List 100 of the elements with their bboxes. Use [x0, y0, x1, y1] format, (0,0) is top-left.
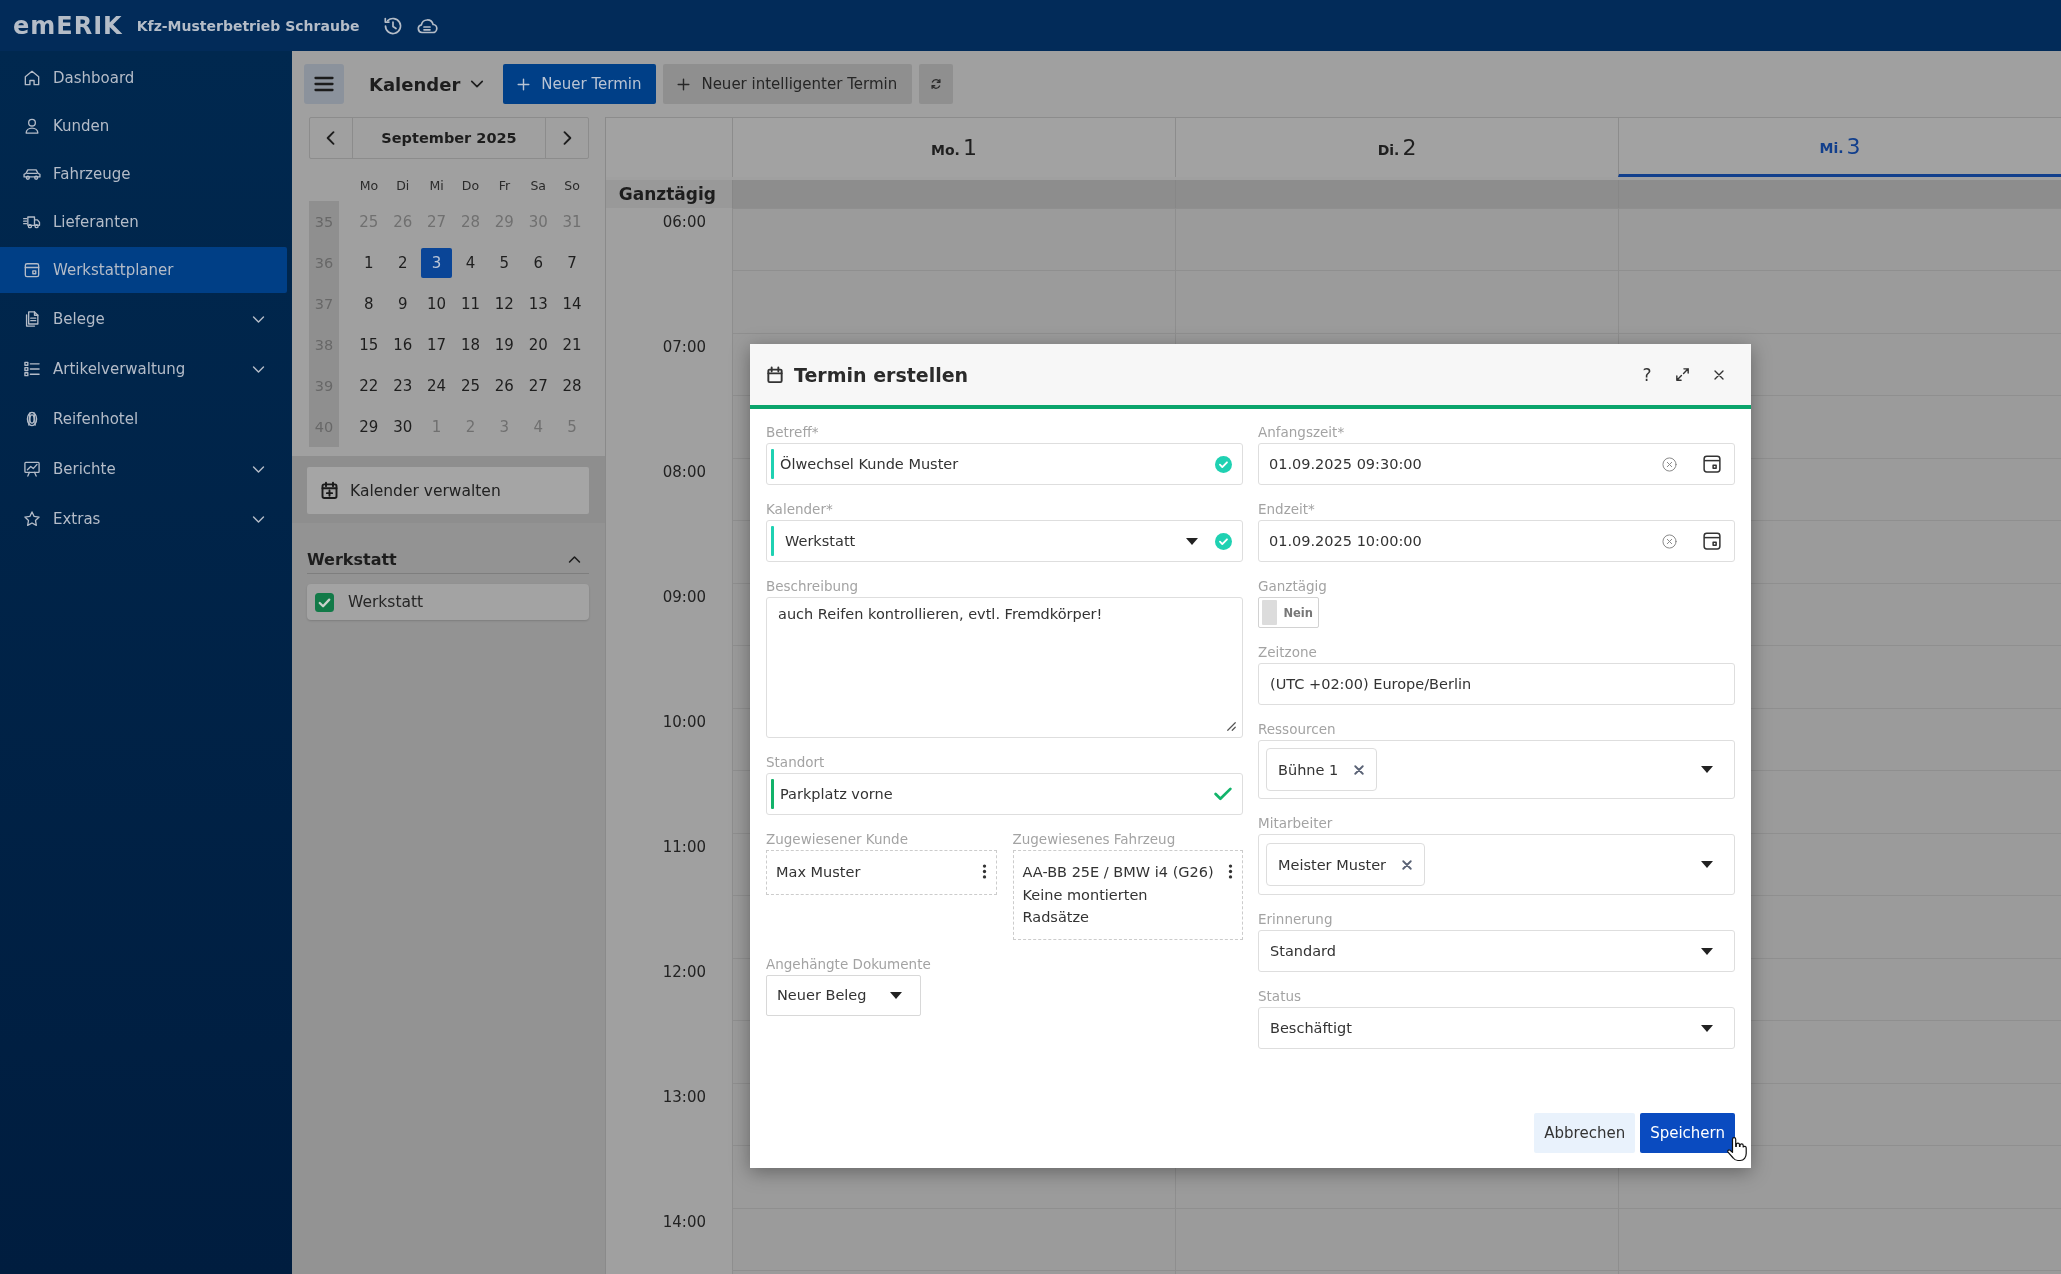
sidebar-item[interactable]: Kunden [0, 103, 287, 149]
caret-icon[interactable] [1701, 861, 1713, 868]
calendar-day[interactable]: 14 [556, 288, 588, 319]
multi-select-field[interactable]: Bühne 1 [1258, 740, 1735, 799]
calendar-day[interactable]: 8 [353, 288, 385, 319]
calendar-day[interactable]: 20 [522, 329, 554, 360]
calendar-day[interactable]: 18 [454, 329, 486, 360]
tag-chip[interactable]: Meister Muster [1266, 843, 1425, 886]
field-label: Erinnerung [1258, 911, 1333, 928]
expand-icon[interactable] [1674, 366, 1691, 383]
clear-icon[interactable] [1662, 533, 1677, 549]
month-label: September 2025 [380, 129, 518, 148]
refresh-button[interactable] [919, 64, 954, 104]
date-time-field[interactable]: 01.09.2025 09:30:00 [1258, 443, 1735, 485]
calendar-icon[interactable] [1703, 532, 1721, 550]
day-header[interactable]: Mo.1 [732, 118, 1175, 177]
calendar-day[interactable]: 22 [353, 370, 385, 401]
calendar-day[interactable]: 4 [454, 247, 486, 278]
menu-button[interactable] [304, 64, 344, 104]
sidebar-item[interactable]: Werkstattplaner [0, 247, 287, 293]
caret-icon [890, 991, 902, 999]
calendar-day[interactable]: 23 [387, 370, 419, 401]
sidebar-item[interactable]: Lieferanten [0, 199, 287, 245]
calendar-day[interactable]: 1 [353, 247, 385, 278]
sidebar-item[interactable]: Fahrzeuge [0, 151, 287, 197]
calendar-day[interactable]: 27 [522, 370, 554, 401]
new-appointment-button[interactable]: Neuer Termin [503, 64, 657, 104]
calendar-day[interactable]: 2 [387, 247, 419, 278]
calendar-icon[interactable] [1703, 455, 1721, 473]
calendar-day[interactable]: 9 [387, 288, 419, 319]
sidebar-item[interactable]: Extras [0, 495, 287, 543]
weekday-label: So [563, 177, 581, 193]
day-header[interactable]: Mi.3 [1618, 118, 2061, 177]
calendar-day[interactable]: 26 [488, 370, 520, 401]
time-label: 07:00 [662, 338, 706, 356]
calendar-day[interactable]: 6 [522, 247, 554, 278]
field-label: Zugewiesenes Fahrzeug [1012, 831, 1176, 848]
calendar-day[interactable]: 24 [421, 370, 453, 401]
new-document-dropdown[interactable]: Neuer Beleg [766, 974, 921, 1016]
field-label: Zugewiesener Kunde [766, 831, 908, 848]
remove-icon[interactable] [1402, 859, 1412, 870]
dialog-title: Termin erstellen [794, 363, 969, 386]
calendar-day[interactable]: 15 [353, 329, 385, 360]
calendar-day[interactable]: 7 [556, 247, 588, 278]
assignment-field[interactable]: Max Muster [766, 850, 997, 895]
view-dropdown[interactable]: Kalender [364, 64, 492, 104]
calendar-day[interactable]: 11 [454, 288, 486, 319]
calendar-day[interactable]: 12 [488, 288, 520, 319]
calendar-day[interactable]: 28 [556, 370, 588, 401]
new-smart-appointment-button[interactable]: Neuer intelligenter Termin [663, 64, 913, 104]
select-field[interactable]: Standard [1258, 930, 1735, 972]
assignment-field[interactable]: AA-BB 25E / BMW i4 (G26) Keine montierten Radsätze [1012, 850, 1243, 940]
field-label: Endzeit* [1258, 501, 1315, 518]
help-button[interactable]: ? [1636, 362, 1658, 387]
calendar-day[interactable]: 16 [387, 329, 419, 360]
text-field[interactable]: Ölwechsel Kunde Muster [766, 443, 1243, 485]
text-area[interactable]: auch Reifen kontrollieren, evtl. Fremdkörper! [766, 597, 1243, 738]
calendar-day[interactable]: 13 [522, 288, 554, 319]
calendar-day[interactable]: 3 [421, 247, 453, 278]
sidebar-item[interactable]: Dashboard [0, 55, 287, 101]
more-options-icon[interactable] [981, 864, 987, 879]
clear-icon[interactable] [1662, 456, 1677, 472]
resize-grip-icon[interactable] [1227, 722, 1236, 731]
checkbox[interactable] [315, 592, 334, 612]
calendar-list-item[interactable]: Werkstatt [307, 584, 589, 620]
calendar-day[interactable]: 5 [488, 247, 520, 278]
caret-icon[interactable] [1186, 537, 1198, 545]
sidebar-item[interactable]: Reifenhotel [0, 395, 287, 443]
tag-chip[interactable]: Bühne 1 [1266, 748, 1378, 791]
time-label: 08:00 [662, 463, 706, 481]
select-field[interactable]: Werkstatt [766, 520, 1243, 562]
calendar-day[interactable]: 19 [488, 329, 520, 360]
save-button[interactable]: Speichern [1640, 1113, 1735, 1153]
more-options-icon[interactable] [1228, 864, 1233, 879]
caret-icon[interactable] [1701, 766, 1713, 773]
cancel-button[interactable]: Abbrechen [1534, 1113, 1636, 1153]
sidebar-item[interactable]: Berichte [0, 445, 287, 493]
calendar-day[interactable]: 30 [387, 411, 419, 442]
manage-calendars-button[interactable]: Kalender verwalten [307, 467, 589, 514]
calendar-plus-icon [319, 480, 340, 501]
sidebar-item[interactable]: Belege [0, 295, 287, 343]
weekday-label: Mi [428, 177, 445, 193]
toggle-switch[interactable]: Nein [1258, 597, 1319, 628]
sidebar-item[interactable]: Artikelverwaltung [0, 345, 287, 393]
date-time-field[interactable]: 01.09.2025 10:00:00 [1258, 520, 1735, 562]
remove-icon[interactable] [1354, 764, 1365, 775]
weekday-label: Sa [529, 177, 548, 193]
calendar-day[interactable]: 25 [454, 370, 486, 401]
multi-select-field[interactable]: Meister Muster [1258, 834, 1735, 895]
text-field[interactable]: Parkplatz vorne [766, 773, 1243, 815]
field-label: Betreff* [766, 424, 819, 441]
select-field[interactable]: Beschäftigt [1258, 1007, 1735, 1049]
plus-icon [675, 75, 693, 93]
time-label: 14:00 [662, 1213, 706, 1231]
calendar-day[interactable]: 29 [353, 411, 385, 442]
calendar-day[interactable]: 10 [421, 288, 453, 319]
text-field[interactable]: (UTC +02:00) Europe/Berlin [1258, 663, 1735, 705]
calendar-day[interactable]: 21 [556, 329, 588, 360]
calendar-day[interactable]: 17 [421, 329, 453, 360]
day-header[interactable]: Di.2 [1175, 118, 1618, 177]
